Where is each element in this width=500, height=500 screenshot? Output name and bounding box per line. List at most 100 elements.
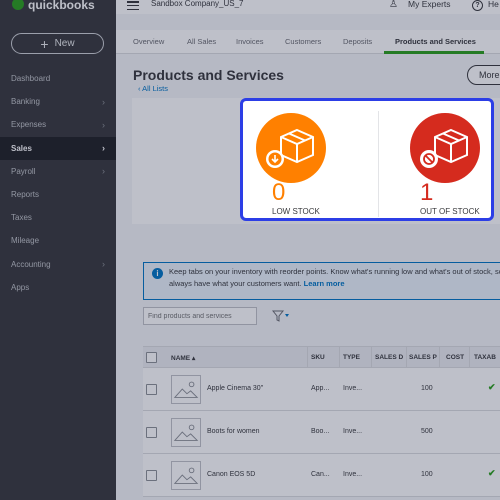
tab-invoices[interactable]: Invoices [236, 37, 264, 46]
new-button[interactable]: + New [11, 33, 104, 54]
sidebar-item-label: Accounting [11, 259, 51, 269]
product-sales-price: 100 [421, 385, 433, 392]
more-button[interactable]: More [467, 65, 500, 85]
image-placeholder-icon [171, 418, 201, 447]
product-name[interactable]: Canon EOS 5D [207, 471, 255, 478]
all-lists-link[interactable]: ‹ All Lists [138, 84, 168, 93]
select-all-checkbox[interactable] [146, 352, 157, 363]
tab-overview[interactable]: Overview [133, 37, 164, 46]
column-divider [439, 347, 440, 367]
chevron-right-icon: › [102, 119, 105, 130]
column-header-name[interactable]: NAME ▴ [171, 354, 195, 362]
sidebar-item-sales[interactable]: Sales › [0, 136, 116, 160]
company-name: Sandbox Company_US_7 [151, 0, 244, 8]
learn-more-link[interactable]: Learn more [304, 279, 345, 288]
table-row[interactable]: Boots for women Boo... Inve... 500 [143, 411, 500, 454]
product-type: Inve... [343, 385, 363, 392]
table-row[interactable]: Canon EOS 5D Can... Inve... 100 ✔ [143, 454, 500, 497]
column-header-sales-price[interactable]: SALES P [409, 354, 437, 361]
sidebar-item-expenses[interactable]: Expenses › [0, 113, 116, 136]
sidebar-item-label: Taxes [11, 213, 32, 223]
tab-all-sales[interactable]: All Sales [187, 37, 216, 46]
chevron-right-icon: › [102, 143, 105, 154]
product-type: Inve... [343, 471, 363, 478]
quickbooks-logo[interactable]: intuit quickbooks [12, 0, 112, 16]
product-name[interactable]: Apple Cinema 30" [207, 385, 263, 392]
person-icon[interactable]: ♙ [389, 0, 398, 10]
column-label: NAME [171, 355, 191, 362]
column-header-cost[interactable]: COST [446, 354, 464, 361]
table-header: NAME ▴ SKU TYPE SALES D SALES P COST TAX… [143, 346, 500, 368]
column-header-sku[interactable]: SKU [311, 354, 325, 361]
out-of-stock-button[interactable] [410, 113, 480, 183]
hamburger-menu-icon[interactable] [127, 1, 139, 11]
new-button-label: New [54, 38, 75, 49]
sidebar-item-label: Mileage [11, 236, 40, 246]
out-of-stock-count: 1 [420, 179, 434, 206]
column-divider [307, 347, 308, 367]
sidebar-item-reports[interactable]: Reports [0, 183, 116, 206]
product-name[interactable]: Boots for women [207, 428, 260, 435]
low-stock-label: LOW STOCK [272, 207, 320, 216]
tab-deposits[interactable]: Deposits [343, 37, 372, 46]
my-experts-link[interactable]: My Experts [408, 0, 451, 9]
sidebar-item-taxes[interactable]: Taxes [0, 206, 116, 229]
sidebar-nav: Dashboard Banking › Expenses › Sales › Payr… [0, 67, 116, 299]
inventory-info-banner: i Keep tabs on your inventory with reord… [143, 262, 500, 300]
sidebar-item-label: Sales [11, 143, 32, 153]
logo-text: quickbooks [28, 0, 95, 12]
sidebar-item-label: Banking [11, 97, 40, 107]
column-divider [469, 347, 470, 367]
sidebar-item-mileage[interactable]: Mileage [0, 229, 116, 252]
tab-customers[interactable]: Customers [285, 37, 321, 46]
column-divider [339, 347, 340, 367]
chevron-right-icon: › [102, 259, 105, 270]
product-sales-price: 100 [421, 471, 433, 478]
plus-icon: + [40, 35, 49, 52]
table-row[interactable]: Apple Cinema 30" App... Inve... 100 ✔ [143, 368, 500, 411]
low-stock-count: 0 [272, 179, 286, 206]
filter-icon[interactable] [272, 309, 290, 323]
low-stock-button[interactable] [256, 113, 326, 183]
info-icon: i [152, 268, 163, 279]
chevron-right-icon: › [102, 96, 105, 107]
products-table: NAME ▴ SKU TYPE SALES D SALES P COST TAX… [143, 346, 500, 497]
sidebar-item-dashboard[interactable]: Dashboard [0, 67, 116, 90]
tab-products-and-services[interactable]: Products and Services [395, 37, 476, 46]
out-of-stock-label: OUT OF STOCK [420, 207, 480, 216]
product-type: Inve... [343, 428, 363, 435]
top-bar: Sandbox Company_US_7 ♙ My Experts ? He [116, 0, 500, 14]
taxable-check-icon: ✔ [488, 382, 496, 392]
taxable-check-icon: ✔ [488, 468, 496, 478]
column-divider [406, 347, 407, 367]
sidebar-item-apps[interactable]: Apps [0, 276, 116, 299]
row-checkbox[interactable] [146, 470, 157, 481]
sales-tabs: Overview All Sales Invoices Customers De… [116, 30, 500, 54]
sidebar-item-label: Reports [11, 190, 40, 200]
row-checkbox[interactable] [146, 427, 157, 438]
column-header-type[interactable]: TYPE [343, 354, 360, 361]
row-checkbox[interactable] [146, 384, 157, 395]
stock-status-highlight: 0 LOW STOCK 1 OUT OF STOCK [240, 98, 494, 221]
product-sku: App... [311, 385, 330, 392]
banner-text: Keep tabs on your inventory with reorder… [169, 266, 500, 290]
page-title: Products and Services [133, 67, 284, 83]
column-header-sales-desc[interactable]: SALES D [375, 354, 403, 361]
left-sidebar: intuit quickbooks + New Dashboard Bankin… [0, 0, 116, 500]
column-divider [371, 347, 372, 367]
sidebar-item-label: Expenses [11, 120, 47, 130]
all-lists-label: All Lists [142, 84, 169, 93]
stock-divider [378, 111, 379, 217]
column-header-taxable[interactable]: TAXAB [474, 354, 496, 361]
product-sku: Can... [311, 471, 330, 478]
sidebar-item-label: Apps [11, 282, 30, 292]
product-sales-price: 500 [421, 428, 433, 435]
sidebar-item-banking[interactable]: Banking › [0, 90, 116, 113]
sidebar-item-accounting[interactable]: Accounting › [0, 253, 116, 276]
product-search-input[interactable] [143, 307, 257, 325]
prohibited-icon [420, 150, 438, 168]
sidebar-item-payroll[interactable]: Payroll › [0, 160, 116, 183]
sidebar-item-label: Payroll [11, 166, 36, 176]
help-link[interactable]: He [488, 0, 499, 9]
help-icon[interactable]: ? [472, 0, 483, 11]
